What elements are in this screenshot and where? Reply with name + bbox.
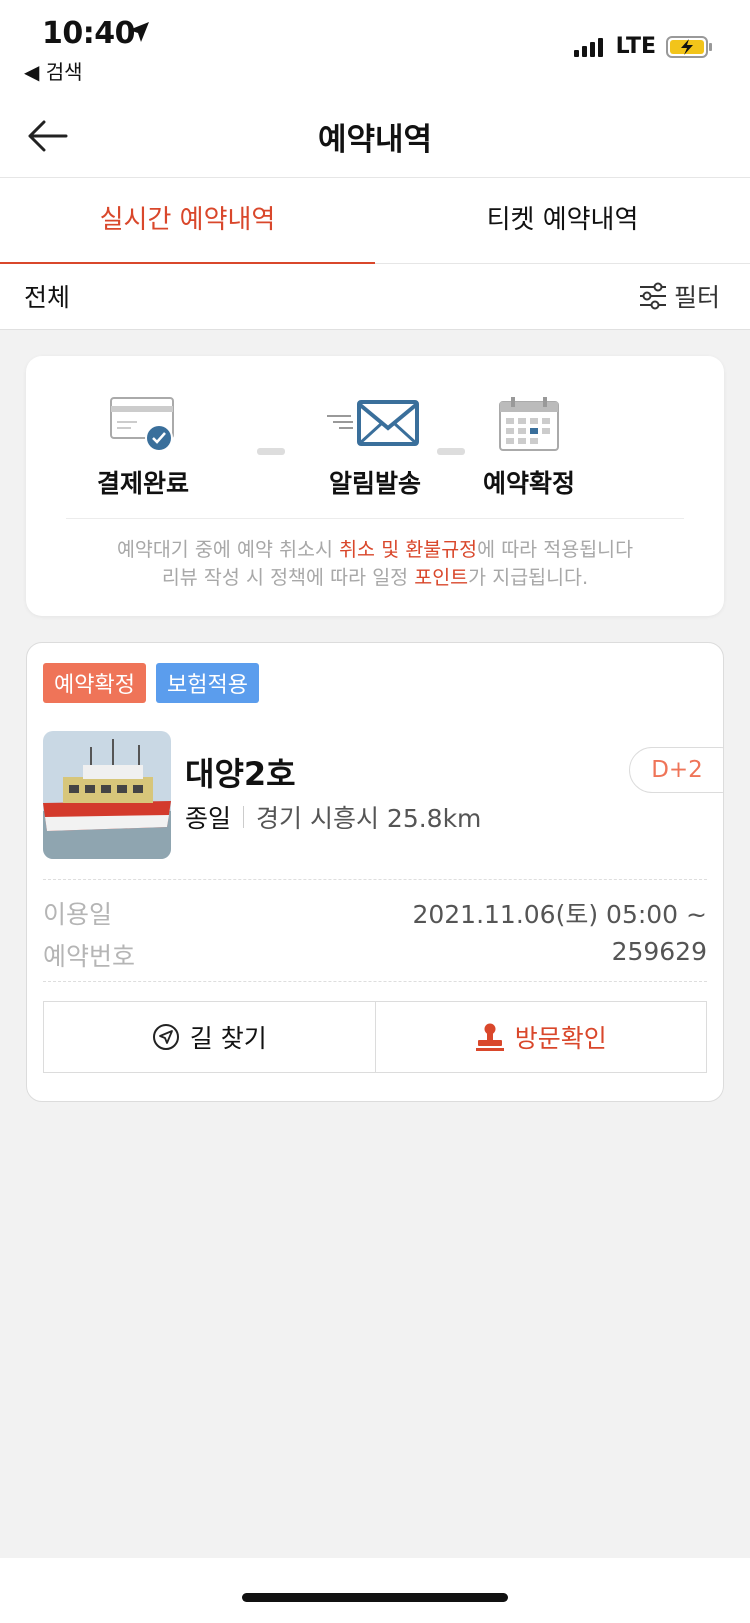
navigation-bar: 예약내역 — [0, 100, 750, 178]
tab-ticket-reservations[interactable]: 티켓 예약내역 — [375, 178, 750, 263]
page-title: 예약내역 — [317, 122, 433, 158]
reservation-number-label: 예약번호 — [43, 942, 136, 971]
envelope-icon — [327, 400, 419, 446]
reservation-actions: 길 찾기 방문확인 — [43, 1001, 707, 1073]
status-time: 10:40 — [42, 16, 136, 51]
status-badge-insured: 보험적용 — [155, 663, 259, 703]
step-reservation-confirmed: 예약확정 — [449, 396, 609, 500]
status-badge-confirmed: 예약확정 — [43, 663, 146, 703]
directions-button[interactable]: 길 찾기 — [44, 1002, 375, 1072]
step-label: 결제완료 — [96, 469, 189, 498]
tab-realtime-reservations[interactable]: 실시간 예약내역 — [0, 178, 375, 264]
step-payment-complete: 결제완료 — [63, 396, 223, 500]
reservation-number-value: 259629 — [611, 937, 707, 966]
policy-notice: 예약대기 중에 예약 취소시 취소 및 환불규정에 따라 적용됩니다 리뷰 작성… — [26, 536, 724, 592]
notice-line-points: 리뷰 작성 시 정책에 따라 일정 포인트가 지급됩니다. — [161, 566, 589, 589]
divider — [43, 879, 707, 880]
notice-line-cancellation: 예약대기 중에 예약 취소시 취소 및 환불규정에 따라 적용됩니다 — [116, 538, 634, 561]
step-label: 알림발송 — [328, 469, 421, 498]
calendar-icon — [499, 397, 559, 451]
reservation-card[interactable]: 예약확정 보험적용 대양2호 종일 경기 시흥시 25.8km D+2 이용일 … — [26, 642, 724, 1102]
filter-button[interactable]: 필터 — [638, 278, 720, 314]
ship-location: 경기 시흥시 25.8km — [256, 804, 482, 833]
signal-icon — [573, 37, 603, 57]
ship-info: 종일 경기 시흥시 25.8km — [185, 799, 481, 835]
ship-name: 대양2호 — [185, 755, 296, 793]
home-indicator[interactable] — [242, 1593, 508, 1602]
use-date-row: 이용일 2021.11.06(토) 05:00 ~ — [43, 895, 707, 931]
sliders-icon — [639, 282, 666, 310]
refund-policy-link[interactable]: 취소 및 환불규정 — [339, 538, 477, 561]
location-arrow-icon — [129, 22, 149, 42]
back-to-app-link[interactable]: ◀ 검색 — [24, 56, 83, 85]
divider — [243, 806, 245, 828]
divider — [43, 981, 707, 982]
trip-type: 종일 — [185, 804, 232, 833]
use-date-value: 2021.11.06(토) 05:00 ~ — [412, 900, 707, 929]
status-bar: 10:40 ◀ 검색 LTE — [0, 0, 750, 100]
filter-bar: 전체 필터 — [0, 264, 750, 330]
step-connector — [257, 448, 285, 455]
stamp-icon — [475, 1023, 504, 1051]
visit-confirm-label: 방문확인 — [514, 1024, 607, 1053]
network-type: LTE — [615, 34, 656, 59]
card-check-icon — [110, 397, 174, 452]
reservation-list: 예약확정 보험적용 대양2호 종일 경기 시흥시 25.8km D+2 이용일 … — [0, 636, 750, 1130]
use-date-label: 이용일 — [43, 900, 113, 929]
reservation-tabs: 실시간 예약내역 티켓 예약내역 — [0, 178, 750, 264]
step-label: 예약확정 — [482, 469, 575, 498]
filter-button-label: 필터 — [673, 283, 720, 312]
divider — [66, 518, 684, 519]
visit-confirm-button[interactable]: 방문확인 — [374, 1002, 707, 1072]
dday-badge: D+2 — [629, 747, 723, 793]
navigation-icon — [152, 1024, 179, 1050]
ship-photo — [43, 731, 171, 859]
home-indicator-area — [0, 1558, 750, 1623]
badge-group: 예약확정 보험적용 — [43, 663, 259, 703]
step-notification-sent: 알림발송 — [295, 396, 455, 500]
filter-scope-label[interactable]: 전체 — [24, 278, 70, 314]
reservation-number-row: 예약번호 259629 — [43, 937, 707, 973]
battery-charging-icon — [666, 35, 712, 58]
directions-label: 길 찾기 — [189, 1024, 267, 1053]
points-link[interactable]: 포인트 — [414, 566, 468, 589]
reservation-steps-card: 결제완료 알림발송 예약확정 예약대기 중에 예약 취소시 취소 및 환불규정에… — [26, 356, 724, 616]
